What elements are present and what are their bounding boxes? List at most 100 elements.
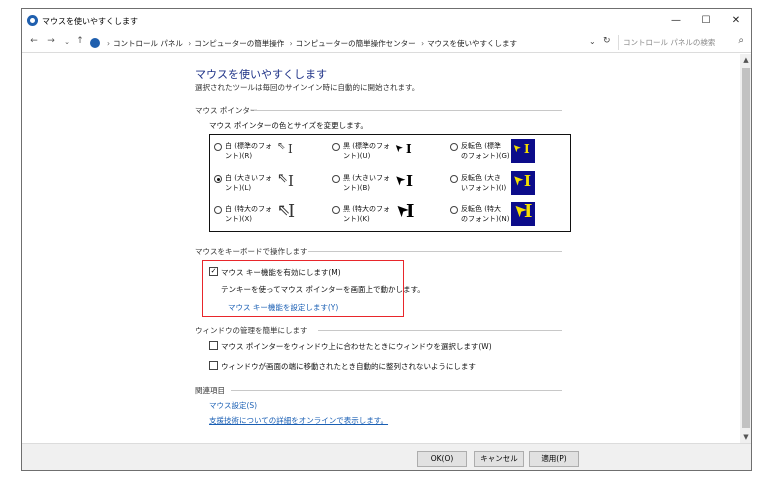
section-heading-keyboard: マウスをキーボードで操作します	[195, 247, 308, 256]
mouse-settings-link[interactable]: マウス設定(S)	[209, 400, 257, 411]
pointer-option-label: 反転色 (特大 のフォント)(N)	[461, 204, 511, 224]
pointer-radio[interactable]	[450, 143, 458, 151]
section-heading-related: 関連項目	[195, 386, 225, 395]
text-cursor-icon: I	[524, 172, 532, 190]
title-bar: マウスを使いやすくします — ☐ ✕	[22, 9, 751, 33]
recent-dropdown-icon[interactable]: ⌄	[61, 38, 73, 46]
pointer-option-label: 白 (特大のフォ ント)(X)	[225, 204, 275, 224]
pointer-option-label: 反転色 (大き いフォント)(I)	[461, 173, 511, 193]
pointer-radio[interactable]	[332, 143, 340, 151]
section-heading-pointer: マウス ポインター	[195, 106, 258, 115]
apply-button[interactable]: 適用(P)	[529, 451, 579, 467]
maximize-button[interactable]: ☐	[691, 12, 721, 30]
pointer-option-label: 黒 (標準のフォ ント)(U)	[343, 141, 393, 161]
prevent-arrange-label[interactable]: ウィンドウが画面の端に移動されたとき自動的に整列されないようにします	[221, 361, 476, 372]
breadcrumb-item[interactable]: マウスを使いやすくします	[427, 39, 517, 48]
ok-button[interactable]: OK(O)	[417, 451, 467, 467]
pointer-option[interactable]: 反転色 (特大 のフォント)(N) ➤ I	[450, 199, 568, 232]
pointer-option-label-line: 反転色 (特大	[461, 205, 501, 213]
assistive-tech-link[interactable]: 支援技術についての詳細をオンラインで表示します。	[209, 415, 388, 426]
pointer-option-label-line: 黒 (大きいフォ	[343, 174, 390, 182]
control-panel-icon	[90, 38, 100, 48]
pointer-option[interactable]: 反転色 (大き いフォント)(I) ➤ I	[450, 170, 568, 201]
prevent-arrange-checkbox[interactable]	[209, 361, 218, 370]
back-arrow-icon[interactable]: ←	[28, 36, 40, 46]
main-content: マウスを使いやすくします 選択されたツールは毎回のサインイン時に自動的に開始され…	[22, 54, 739, 443]
arrow-cursor-icon: ⇖	[277, 141, 286, 152]
mouse-keys-checkbox[interactable]: ✓	[209, 267, 218, 276]
pointer-radio[interactable]	[332, 206, 340, 214]
ease-of-access-icon	[27, 15, 38, 26]
section-divider	[231, 390, 562, 391]
pointer-option-label-line: ント)(X)	[225, 215, 252, 223]
pointer-radio[interactable]	[214, 175, 222, 183]
pointer-option-label-line: 反転色 (大き	[461, 174, 501, 182]
pointer-option-label-line: ント)(K)	[343, 215, 370, 223]
vertical-scrollbar[interactable]: ▲ ▼	[740, 54, 751, 443]
pointer-description: マウス ポインターの色とサイズを変更します。	[209, 121, 368, 130]
scroll-thumb[interactable]	[742, 68, 750, 428]
pointer-preview-icon: ⇖ I	[275, 171, 299, 195]
pointer-preview-icon: ➤ I	[510, 139, 535, 163]
activate-window-label[interactable]: マウス ポインターをウィンドウ上に合わせたときにウィンドウを選択します(W)	[221, 341, 492, 352]
pointer-option[interactable]: 白 (標準のフォ ント)(R) ⇖ I	[214, 139, 332, 169]
pointer-preview-icon: ➤ I	[508, 199, 535, 226]
text-cursor-icon: I	[524, 201, 533, 222]
pointer-option-label-line: 反転色 (標準	[461, 142, 501, 150]
pointer-preview-icon: ➤ I	[391, 170, 417, 195]
search-icon[interactable]: ⌕	[738, 35, 744, 46]
minimize-button[interactable]: —	[661, 12, 691, 30]
page-subtitle: 選択されたツールは毎回のサインイン時に自動的に開始されます。	[195, 83, 420, 92]
pointer-option-label: 黒 (特大のフォ ント)(K)	[343, 204, 393, 224]
pointer-option[interactable]: 反転色 (標準 のフォント)(G) ➤ I	[450, 139, 568, 169]
pointer-preview-icon: ➤ I	[390, 199, 417, 226]
search-input[interactable]: コントロール パネルの検索 ⌕	[618, 35, 748, 50]
address-dropdown-icon[interactable]: ⌄	[589, 37, 596, 46]
search-placeholder: コントロール パネルの検索	[623, 38, 716, 47]
arrow-cursor-icon: ➤	[391, 140, 406, 155]
pointer-option-label: 白 (大きいフォ ント)(L)	[225, 173, 275, 193]
pointer-radio[interactable]	[450, 175, 458, 183]
setup-mouse-keys-link[interactable]: マウス キー機能を設定します(Y)	[228, 302, 338, 313]
pointer-radio[interactable]	[332, 175, 340, 183]
pointer-option-label: 黒 (大きいフォ ント)(B)	[343, 173, 393, 193]
pointer-option[interactable]: 黒 (大きいフォ ント)(B) ➤ I	[332, 170, 450, 201]
pointer-preview-icon: ➤ I	[391, 139, 417, 163]
pointer-option[interactable]: 白 (大きいフォ ント)(L) ⇖ I	[214, 171, 332, 201]
up-arrow-icon[interactable]: ↑	[74, 36, 86, 46]
pointer-option-label-line: ント)(L)	[225, 184, 252, 192]
pointer-option[interactable]: 黒 (標準のフォ ント)(U) ➤ I	[332, 139, 450, 169]
scroll-down-icon[interactable]: ▼	[740, 431, 751, 443]
section-heading-window: ウィンドウの管理を簡単にします	[195, 326, 308, 335]
pointer-option-label-line: 白 (特大のフォ	[225, 205, 272, 213]
breadcrumb-item[interactable]: コンピューターの簡単操作センター	[296, 39, 416, 48]
pointer-option-label-line: 白 (大きいフォ	[225, 174, 272, 182]
cancel-button[interactable]: キャンセル	[474, 451, 524, 467]
text-cursor-icon: I	[288, 201, 296, 222]
pointer-option[interactable]: 白 (特大のフォ ント)(X) ⇖ I	[214, 202, 332, 232]
pointer-radio[interactable]	[214, 143, 222, 151]
activate-window-checkbox[interactable]	[209, 341, 218, 350]
window-title: マウスを使いやすくします	[42, 17, 138, 26]
pointer-option-label-line: 白 (標準のフォ	[225, 142, 272, 150]
breadcrumb-item[interactable]: コンピューターの簡単操作	[194, 39, 284, 48]
arrow-cursor-icon: ⇖	[277, 171, 288, 186]
pointer-option-label-line: 黒 (特大のフォ	[343, 205, 390, 213]
refresh-icon[interactable]: ↻	[603, 36, 611, 46]
address-bar: ← → ⌄ ↑ › コントロール パネル › コンピューターの簡単操作 › コンピュー…	[22, 33, 751, 53]
text-cursor-icon: I	[406, 201, 415, 222]
forward-arrow-icon[interactable]: →	[45, 36, 57, 46]
breadcrumb: › コントロール パネル › コンピューターの簡単操作 › コンピューターの簡単操作セ…	[107, 39, 518, 48]
pointer-radio[interactable]	[214, 206, 222, 214]
pointer-option-label-line: いフォント)(I)	[461, 184, 507, 192]
dialog-footer: OK(O) キャンセル 適用(P)	[22, 443, 751, 470]
pointer-preview-icon: ➤ I	[509, 170, 535, 195]
breadcrumb-item[interactable]: コントロール パネル	[113, 39, 183, 48]
mouse-keys-label[interactable]: マウス キー機能を有効にします(M)	[221, 267, 341, 278]
pointer-option-label-line: ント)(U)	[343, 152, 371, 160]
scroll-up-icon[interactable]: ▲	[740, 54, 751, 66]
pointer-option[interactable]: 黒 (特大のフォ ント)(K) ➤ I	[332, 199, 450, 232]
pointer-radio[interactable]	[450, 206, 458, 214]
pointer-option-label: 反転色 (標準 のフォント)(G)	[461, 141, 511, 161]
close-button[interactable]: ✕	[721, 12, 751, 30]
